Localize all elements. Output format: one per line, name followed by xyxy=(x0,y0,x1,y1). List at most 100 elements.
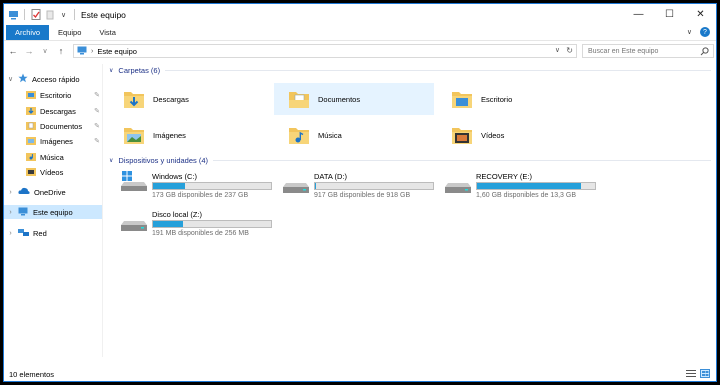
desktop-folder-icon xyxy=(452,92,472,108)
pin-icon[interactable]: ✎ xyxy=(94,91,100,99)
help-button[interactable]: ? xyxy=(700,27,710,37)
sidebar-item-videos[interactable]: Vídeos xyxy=(26,165,100,179)
toolbar-divider xyxy=(74,9,75,20)
toolbar-divider xyxy=(24,9,25,20)
address-bar[interactable]: › Este equipo ∨ ↻ xyxy=(73,44,577,58)
sidebar-item-label: Acceso rápido xyxy=(32,74,80,84)
collapsed-chevron-icon[interactable]: › xyxy=(7,209,14,216)
expanded-chevron-icon: ∨ xyxy=(109,68,114,74)
drive-usage-bar xyxy=(152,220,272,228)
sidebar-item-imagenes[interactable]: Imágenes ✎ xyxy=(26,134,100,148)
sidebar-item-label: Música xyxy=(40,152,64,162)
downloads-folder-icon xyxy=(26,106,36,117)
folder-documentos[interactable]: Documentos xyxy=(274,83,434,115)
folder-escritorio[interactable]: Escritorio xyxy=(437,83,597,115)
folder-imagenes[interactable]: Imágenes xyxy=(109,119,269,151)
sidebar-item-quick-access[interactable]: ∨ Acceso rápido xyxy=(7,72,102,86)
back-button[interactable]: ← xyxy=(6,44,20,58)
expanded-chevron-icon[interactable]: ∨ xyxy=(7,75,14,83)
search-icon[interactable] xyxy=(700,47,709,58)
sidebar-item-musica[interactable]: Música xyxy=(26,150,100,164)
this-pc-icon xyxy=(77,46,87,57)
maximize-button[interactable]: ☐ xyxy=(654,4,685,25)
window-title: Este equipo xyxy=(81,9,126,20)
close-button[interactable]: ✕ xyxy=(685,4,716,25)
documents-folder-icon xyxy=(289,92,309,108)
drive-free-space: 1,60 GB disponibles de 13,3 GB xyxy=(476,192,577,199)
drive-recovery-e[interactable]: RECOVERY (E:) 1,60 GB disponibles de 13,… xyxy=(431,171,596,205)
collapsed-chevron-icon[interactable]: › xyxy=(7,230,14,237)
group-header-line xyxy=(165,70,711,71)
sidebar-item-documentos[interactable]: Documentos ✎ xyxy=(26,119,100,133)
folder-videos[interactable]: Vídeos xyxy=(437,119,597,151)
view-buttons xyxy=(686,369,710,378)
tab-archivo[interactable]: Archivo xyxy=(6,25,50,40)
qat-dropdown[interactable]: ∨ xyxy=(58,9,69,20)
music-folder-icon xyxy=(26,152,36,163)
folder-label: Música xyxy=(318,130,342,140)
pin-icon[interactable]: ✎ xyxy=(94,137,100,145)
drive-free-space: 917 GB disponibles de 918 GB xyxy=(314,192,411,199)
up-button[interactable]: ↑ xyxy=(54,44,68,58)
folder-label: Documentos xyxy=(318,94,361,104)
sidebar-item-onedrive[interactable]: › OneDrive xyxy=(7,185,102,199)
item-count: 10 elementos xyxy=(9,369,55,379)
drive-usage-fill xyxy=(477,183,581,189)
sidebar-item-descargas[interactable]: Descargas ✎ xyxy=(26,104,100,118)
sidebar-item-label: Imágenes xyxy=(40,136,73,146)
hard-drive-icon xyxy=(445,183,471,193)
breadcrumb-chevron-icon[interactable]: › xyxy=(91,48,93,55)
folder-label: Imágenes xyxy=(153,130,186,140)
sidebar-item-network[interactable]: › Red xyxy=(7,226,102,240)
title-bar: ∨ Este equipo — ☐ ✕ xyxy=(4,4,716,25)
folder-label: Escritorio xyxy=(481,94,513,104)
group-header-drives[interactable]: ∨ Dispositivos y unidades (4) xyxy=(109,156,711,165)
folder-label: Descargas xyxy=(153,94,189,104)
tab-vista[interactable]: Vista xyxy=(90,25,125,40)
expand-ribbon-button[interactable]: ∨ xyxy=(687,28,692,36)
group-header-label: Carpetas (6) xyxy=(118,66,161,75)
sidebar-item-label: Red xyxy=(33,228,47,238)
music-folder-icon xyxy=(289,128,309,144)
ribbon-tabs: Archivo Equipo Vista ∨ ? xyxy=(4,25,716,41)
star-icon xyxy=(18,73,28,85)
collapsed-chevron-icon[interactable]: › xyxy=(7,189,14,196)
address-dropdown-button[interactable]: ∨ xyxy=(555,46,560,54)
videos-folder-icon xyxy=(26,167,36,178)
drive-free-space: 173 GB disponibles de 237 GB xyxy=(152,192,249,199)
this-pc-icon xyxy=(18,207,29,218)
group-header-folders[interactable]: ∨ Carpetas (6) xyxy=(109,66,711,75)
sidebar-item-this-pc[interactable]: › Este equipo xyxy=(4,205,102,219)
search-box[interactable]: Buscar en Este equipo xyxy=(582,44,714,58)
pane-divider[interactable] xyxy=(102,64,103,357)
minimize-button[interactable]: — xyxy=(623,4,654,25)
drive-windows-c[interactable]: Windows (C:) 173 GB disponibles de 237 G… xyxy=(107,171,272,205)
drive-data-d[interactable]: DATA (D:) 917 GB disponibles de 918 GB xyxy=(269,171,434,205)
sidebar-item-label: Vídeos xyxy=(40,167,64,177)
new-folder-icon[interactable] xyxy=(44,9,55,20)
forward-button[interactable]: → xyxy=(22,44,36,58)
group-header-line xyxy=(213,160,711,161)
expanded-chevron-icon: ∨ xyxy=(109,158,114,164)
refresh-button[interactable]: ↻ xyxy=(566,46,573,55)
folder-musica[interactable]: Música xyxy=(274,119,434,151)
large-icons-view-icon[interactable] xyxy=(700,369,710,378)
documents-folder-icon xyxy=(26,121,36,132)
breadcrumb-location[interactable]: Este equipo xyxy=(97,47,137,56)
drive-disco-local-z[interactable]: Disco local (Z:) 191 MB disponibles de 2… xyxy=(107,209,272,243)
pin-icon[interactable]: ✎ xyxy=(94,122,100,130)
properties-icon[interactable] xyxy=(30,9,41,20)
pin-icon[interactable]: ✎ xyxy=(94,107,100,115)
drive-usage-fill xyxy=(153,221,183,227)
recent-locations-button[interactable]: ∨ xyxy=(38,44,52,58)
sidebar-item-label: Este equipo xyxy=(33,207,73,217)
drive-usage-bar xyxy=(314,182,434,190)
pictures-folder-icon xyxy=(26,136,36,147)
this-pc-icon[interactable] xyxy=(8,9,19,20)
search-placeholder: Buscar en Este equipo xyxy=(588,47,659,55)
details-view-icon[interactable] xyxy=(686,369,696,378)
folder-descargas[interactable]: Descargas xyxy=(109,83,269,115)
sidebar-item-escritorio[interactable]: Escritorio ✎ xyxy=(26,88,100,102)
tab-equipo[interactable]: Equipo xyxy=(49,25,90,40)
drive-usage-fill xyxy=(153,183,185,189)
